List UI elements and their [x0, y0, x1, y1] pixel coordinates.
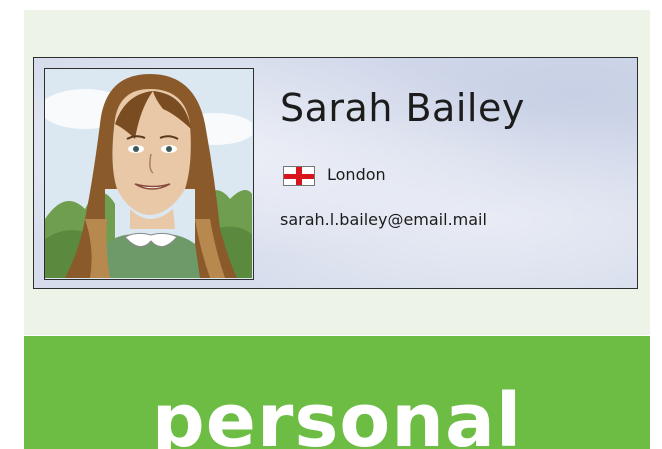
profile-name: Sarah Bailey — [280, 86, 525, 130]
profile-email: sarah.l.bailey@email.mail — [280, 210, 487, 229]
girl-portrait-icon — [45, 69, 252, 278]
category-banner: personal — [24, 336, 650, 449]
profile-card: Sarah Bailey London sarah.l.bailey@email… — [33, 57, 638, 289]
profile-location: London — [327, 165, 386, 184]
profile-portrait — [44, 68, 254, 280]
england-flag-icon — [283, 166, 315, 186]
banner-title: personal — [151, 378, 523, 449]
